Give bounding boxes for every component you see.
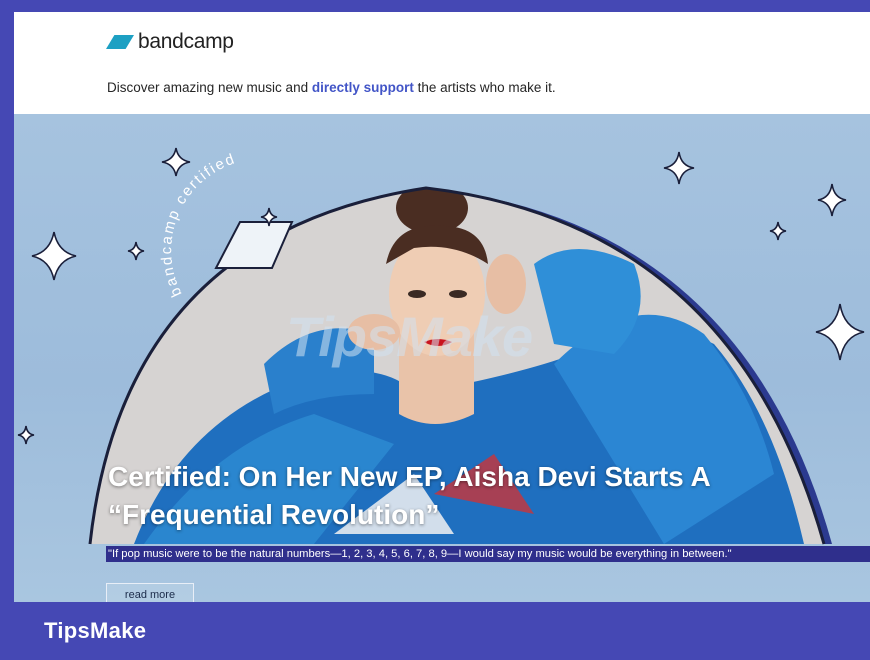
sparkle-icon <box>769 221 787 241</box>
sparkle-icon <box>17 425 35 445</box>
read-more-button[interactable]: read more <box>106 583 194 602</box>
feature-headline[interactable]: Certified: On Her New EP, Aisha Devi Sta… <box>108 458 848 534</box>
sparkle-icon <box>127 241 145 261</box>
headline-line-1: Certified: On Her New EP, Aisha Devi Sta… <box>108 461 711 492</box>
bandcamp-logo-icon <box>106 35 134 49</box>
tagline-start: Discover amazing new music and <box>107 80 312 95</box>
sparkle-icon <box>31 231 77 281</box>
logo-text: bandcamp <box>138 30 234 53</box>
featured-story-hero[interactable]: bandcamp certified TipsMake Certified: O… <box>14 114 870 602</box>
site-header: bandcamp Discover amazing new music and … <box>14 12 870 114</box>
sparkle-icon <box>817 183 847 217</box>
feature-quote: "If pop music were to be the natural num… <box>106 546 870 562</box>
sparkle-icon <box>663 151 695 185</box>
headline-line-2: “Frequential Revolution” <box>108 499 440 530</box>
sparkle-icon <box>815 303 865 361</box>
watermark-text: TipsMake <box>286 305 533 368</box>
sparkle-icon <box>161 147 191 177</box>
directly-support-link[interactable]: directly support <box>312 80 414 95</box>
tagline-end: the artists who make it. <box>413 80 556 95</box>
footer-brand: TipsMake <box>44 618 147 643</box>
tagline: Discover amazing new music and directly … <box>107 80 556 95</box>
bandcamp-page: bandcamp Discover amazing new music and … <box>14 12 870 602</box>
bandcamp-logo[interactable]: bandcamp <box>106 30 234 54</box>
